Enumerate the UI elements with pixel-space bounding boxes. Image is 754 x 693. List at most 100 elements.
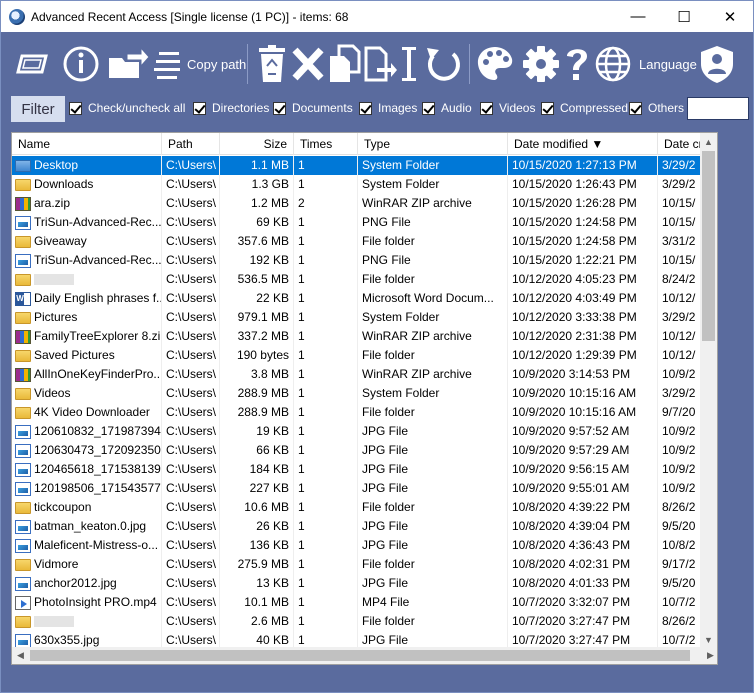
cell-size: 184 KB: [220, 460, 294, 479]
column-header-size[interactable]: Size: [220, 133, 294, 155]
scroll-right-arrow-icon[interactable]: ▶: [702, 647, 717, 664]
list-row[interactable]: tickcoupon C:\Users\ 10.6 MB 1 File folder 10…: [12, 498, 702, 517]
cell-times: 1: [294, 517, 358, 536]
list-row[interactable]: anchor2012.jpg C:\Users\ 13 KB 1 JPG File 10/…: [12, 574, 702, 593]
vid-icon: [15, 595, 31, 610]
account-button[interactable]: [699, 44, 735, 84]
cell-name: 120198506_171543577...: [12, 479, 162, 498]
list-row[interactable]: Videos C:\Users\ 288.9 MB 1 System Folder 10/…: [12, 384, 702, 403]
cell-path: C:\Users\: [162, 422, 220, 441]
scroll-left-arrow-icon[interactable]: ◀: [12, 647, 29, 664]
about-button[interactable]: [61, 44, 101, 84]
cell-size: 536.5 MB: [220, 270, 294, 289]
list-row[interactable]: PhotoInsight PRO.mp4 C:\Users\ 10.1 MB 1 MP4…: [12, 593, 702, 612]
redacted-name: [34, 274, 74, 285]
cell-type: PNG File: [358, 251, 508, 270]
column-header-date-modified[interactable]: Date modified ▼: [508, 133, 658, 155]
list-row[interactable]: Maleficent-Mistress-o... C:\Users\ 136 KB 1…: [12, 536, 702, 555]
others-checkbox[interactable]: Others: [629, 100, 684, 116]
list-row[interactable]: ara.zip C:\Users\ 1.2 MB 2 WinRAR ZIP archiv…: [12, 194, 702, 213]
column-header-times[interactable]: Times: [294, 133, 358, 155]
filter-search-input[interactable]: [687, 97, 749, 120]
window-title: Advanced Recent Access [Single license (…: [31, 9, 349, 24]
cell-name: ara.zip: [12, 194, 162, 213]
file-name: 120630473_172092350...: [34, 443, 162, 457]
images-checkbox[interactable]: Images: [359, 100, 417, 116]
info-icon: [63, 46, 99, 82]
list-row[interactable]: Saved Pictures C:\Users\ 190 bytes 1 File fo…: [12, 346, 702, 365]
list-row[interactable]: Daily English phrases f...C:\Users\22 KB…: [12, 289, 702, 308]
gear-icon: [523, 46, 559, 82]
column-header-type[interactable]: Type: [358, 133, 508, 155]
cell-path: C:\Users\: [162, 175, 220, 194]
scroll-up-arrow-icon[interactable]: ▲: [700, 133, 717, 150]
minimize-button[interactable]: —: [615, 1, 661, 32]
cell-type: JPG File: [358, 536, 508, 555]
horizontal-scrollbar[interactable]: ◀ ▶: [12, 647, 717, 664]
horizontal-scroll-thumb[interactable]: [30, 650, 690, 661]
list-row[interactable]: 120610832_171987394... C:\Users\ 19 KB 1 JPG…: [12, 422, 702, 441]
vertical-scrollbar[interactable]: ▲ ▼: [700, 133, 717, 648]
list-row[interactable]: Downloads C:\Users\ 1.3 GB 1 System Folder 10…: [12, 175, 702, 194]
cell-size: 337.2 MB: [220, 327, 294, 346]
vertical-scroll-thumb[interactable]: [702, 151, 715, 341]
cell-name: Saved Pictures: [12, 346, 162, 365]
cell-path: C:\Users\: [162, 536, 220, 555]
language-button[interactable]: Language: [593, 44, 697, 84]
help-button[interactable]: [563, 44, 591, 84]
list-row[interactable]: C:\Users\ 2.6 MB 1 File folder 10/7/2020 3:2…: [12, 612, 702, 631]
remove-item-button[interactable]: [291, 44, 325, 84]
list-row[interactable]: 120630473_172092350... C:\Users\ 66 KB 1 JPG…: [12, 441, 702, 460]
img-icon: [15, 633, 31, 648]
videos-checkbox[interactable]: Videos: [480, 100, 535, 116]
maximize-button[interactable]: ☐: [661, 1, 707, 32]
column-header-path[interactable]: Path: [162, 133, 220, 155]
redacted-name: [34, 616, 74, 627]
recent-items-list[interactable]: Name Path Size Times Type Date modified …: [11, 132, 718, 665]
list-row[interactable]: 120465618_171538139... C:\Users\ 184 KB 1 JP…: [12, 460, 702, 479]
copy-path-button[interactable]: Copy path: [153, 44, 246, 84]
list-row[interactable]: Pictures C:\Users\ 979.1 MB 1 System Folder 1…: [12, 308, 702, 327]
tablet-mode-button[interactable]: [13, 44, 53, 84]
folder-icon: [15, 502, 31, 514]
list-row[interactable]: Vidmore C:\Users\ 275.9 MB 1 File folder 10/8…: [12, 555, 702, 574]
move-button[interactable]: [363, 44, 397, 84]
list-row[interactable]: Desktop C:\Users\ 1.1 MB 1 System Folder 10/1…: [12, 156, 702, 175]
check-all-checkbox[interactable]: Check/uncheck all: [69, 100, 185, 116]
list-row[interactable]: FamilyTreeExplorer 8.zip C:\Users\ 337.2 M…: [12, 327, 702, 346]
refresh-button[interactable]: [423, 44, 463, 84]
list-row[interactable]: 120198506_171543577... C:\Users\ 227 KB 1 JP…: [12, 479, 702, 498]
open-location-button[interactable]: [105, 44, 149, 84]
close-button[interactable]: ✕: [707, 1, 753, 32]
list-row[interactable]: batman_keaton.0.jpg C:\Users\ 26 KB 1 JPG Fi…: [12, 517, 702, 536]
cell-times: 2: [294, 194, 358, 213]
cell-date-created: 3/29/2: [662, 310, 696, 324]
checkbox-box: [629, 101, 642, 115]
cell-name: PhotoInsight PRO.mp4: [12, 593, 162, 612]
delete-file-button[interactable]: [255, 44, 289, 84]
copy-button[interactable]: [327, 44, 361, 84]
list-row[interactable]: 4K Video Downloader C:\Users\ 288.9 MB 1 Fil…: [12, 403, 702, 422]
cell-name: 120610832_171987394...: [12, 422, 162, 441]
cell-date-modified: 10/8/2020 4:02:31 PM: [508, 555, 658, 574]
column-header-name[interactable]: Name: [12, 133, 162, 155]
list-row[interactable]: Giveaway C:\Users\ 357.6 MB 1 File folder 10/…: [12, 232, 702, 251]
cell-times: 1: [294, 422, 358, 441]
list-row[interactable]: TriSun-Advanced-Rec... C:\Users\ 69 KB 1 PNG…: [12, 213, 702, 232]
compressed-checkbox[interactable]: Compressed: [541, 100, 628, 116]
documents-checkbox[interactable]: Documents: [273, 100, 353, 116]
list-row[interactable]: AllInOneKeyFinderPro... C:\Users\ 3.8 MB 1 W…: [12, 365, 702, 384]
copy-path-label: Copy path: [187, 56, 247, 72]
theme-button[interactable]: [475, 44, 515, 84]
settings-button[interactable]: [521, 44, 561, 84]
cell-date-created: 10/12/: [662, 329, 696, 343]
list-row[interactable]: C:\Users\ 536.5 MB 1 File folder 10/12/2020 …: [12, 270, 702, 289]
rename-button[interactable]: [399, 44, 419, 84]
scroll-down-arrow-icon[interactable]: ▼: [700, 631, 717, 648]
directories-checkbox[interactable]: Directories: [193, 100, 269, 116]
folder-icon: [15, 350, 31, 362]
list-row[interactable]: TriSun-Advanced-Rec... C:\Users\ 192 KB 1 PN…: [12, 251, 702, 270]
cell-path: C:\Users\: [162, 251, 220, 270]
column-header-date-created[interactable]: Date cr: [658, 133, 702, 155]
audio-checkbox[interactable]: Audio: [422, 100, 472, 116]
